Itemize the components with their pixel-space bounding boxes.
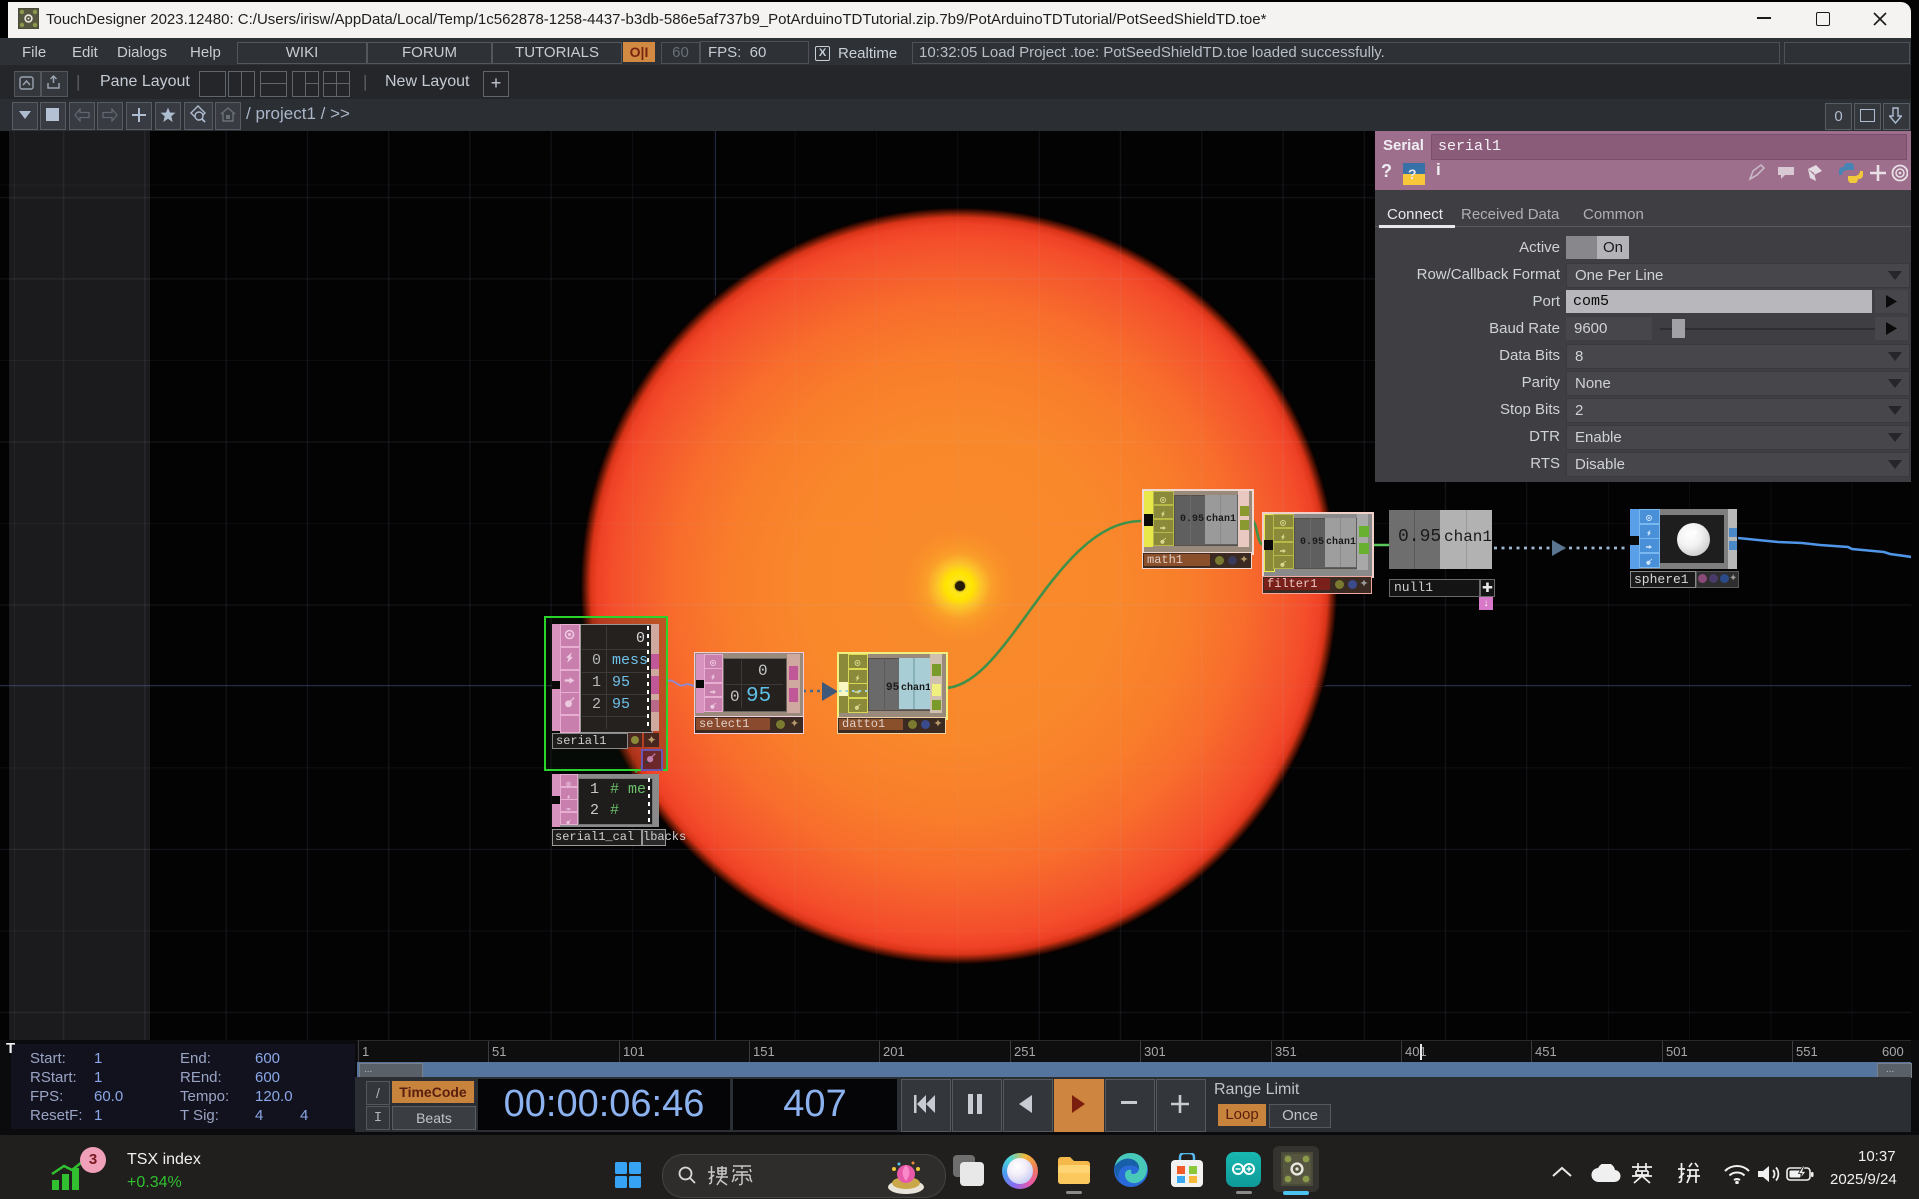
svg-text:?: ? bbox=[1408, 166, 1417, 182]
